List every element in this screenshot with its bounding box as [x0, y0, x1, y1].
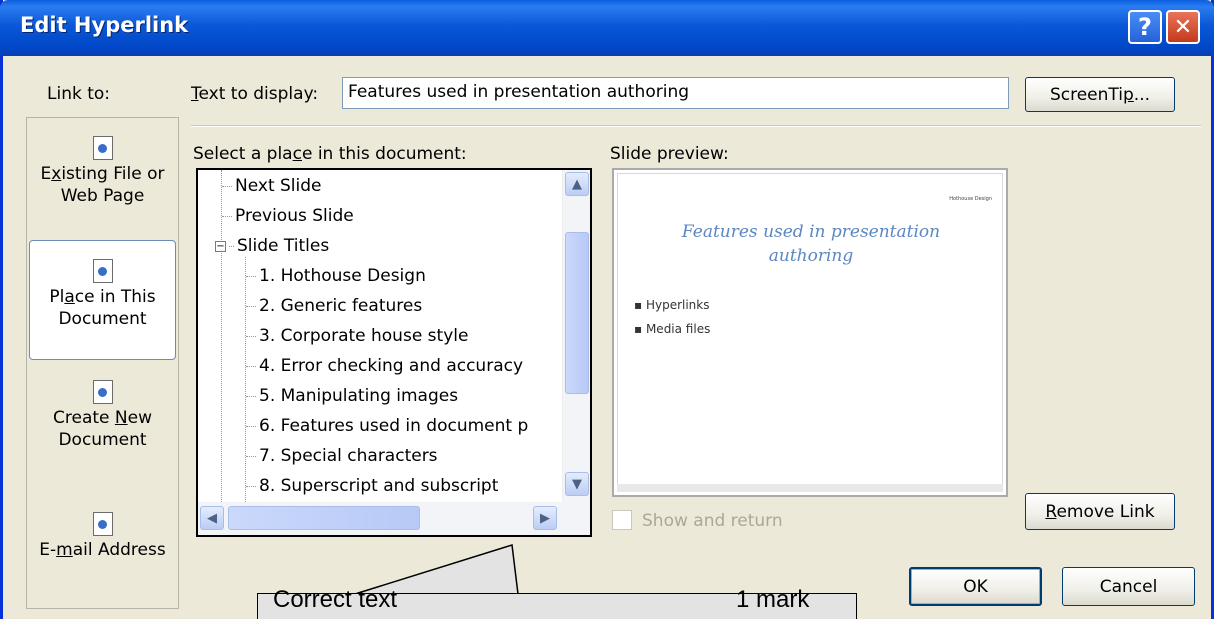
callout-text-left: Correct text — [273, 586, 398, 613]
callout-pointer — [354, 544, 519, 595]
callout-text-right: 1 mark — [736, 586, 810, 613]
